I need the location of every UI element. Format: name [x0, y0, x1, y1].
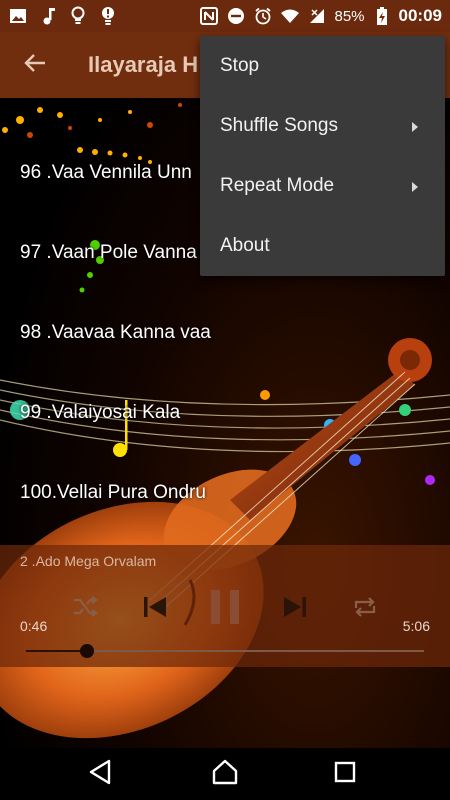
skip-previous-icon	[142, 595, 168, 624]
nav-back-button[interactable]	[84, 758, 116, 790]
image-icon	[8, 6, 28, 26]
nfc-icon	[199, 6, 219, 26]
clock: 00:09	[398, 6, 442, 25]
square-recents-icon	[333, 760, 357, 789]
battery-charging-icon	[372, 6, 392, 26]
nav-recents-button[interactable]	[329, 758, 361, 790]
alarm-icon	[253, 6, 273, 26]
shuffle-button[interactable]	[65, 589, 105, 629]
current-time: 0:46	[20, 618, 48, 634]
submenu-arrow-icon	[411, 120, 421, 132]
menu-item-stop[interactable]: Stop	[200, 36, 445, 96]
submenu-arrow-icon	[411, 180, 421, 192]
song-item[interactable]: 97 .Vaan Pole Vanna	[20, 242, 197, 264]
next-button[interactable]	[275, 589, 315, 629]
overflow-menu: Stop Shuffle Songs Repeat Mode About	[200, 36, 445, 276]
menu-item-label: Repeat Mode	[220, 175, 335, 196]
seek-progress	[26, 650, 87, 652]
total-time: 5:06	[402, 618, 430, 634]
song-item[interactable]: 96 .Vaa Vennila Unn	[20, 162, 192, 184]
app-title: Ilayaraja H	[88, 52, 199, 77]
pause-icon	[209, 589, 241, 630]
menu-item-shuffle-songs[interactable]: Shuffle Songs	[200, 96, 445, 156]
repeat-button[interactable]	[345, 589, 385, 629]
pause-button[interactable]	[205, 589, 245, 629]
back-button[interactable]	[0, 32, 70, 98]
menu-item-label: About	[220, 235, 270, 256]
menu-item-repeat-mode[interactable]: Repeat Mode	[200, 156, 445, 216]
music-note-icon	[38, 6, 58, 26]
song-item[interactable]: 99 .Valaiyosai Kala	[20, 402, 180, 424]
skip-next-icon	[282, 595, 308, 624]
battery-percent: 85%	[334, 7, 365, 25]
triangle-back-icon	[88, 759, 112, 790]
menu-item-label: Stop	[220, 55, 260, 76]
player-panel: 2 .Ado Mega Orvalam 0:46 5:06	[0, 545, 450, 667]
navigation-bar	[0, 748, 450, 800]
now-playing-title: 2 .Ado Mega Orvalam	[20, 553, 157, 569]
home-icon	[211, 759, 239, 790]
status-bar: 85% 00:09	[0, 0, 450, 32]
menu-item-about[interactable]: About	[200, 216, 445, 276]
lightbulb-icon	[68, 6, 88, 26]
seek-thumb[interactable]	[79, 644, 94, 658]
arrow-left-icon	[24, 53, 46, 78]
shuffle-icon	[72, 595, 98, 623]
song-item[interactable]: 100.Vellai Pura Ondru	[20, 482, 206, 504]
wifi-icon	[280, 6, 300, 26]
nav-home-button[interactable]	[209, 758, 241, 790]
repeat-icon	[352, 596, 378, 623]
previous-button[interactable]	[135, 589, 175, 629]
seek-bar[interactable]	[26, 644, 424, 658]
menu-item-label: Shuffle Songs	[220, 115, 338, 136]
do-not-disturb-icon	[226, 6, 246, 26]
lightbulb-alert-icon	[98, 6, 118, 26]
signal-icon	[307, 6, 327, 26]
song-item[interactable]: 98 .Vaavaa Kanna vaa	[20, 322, 211, 344]
